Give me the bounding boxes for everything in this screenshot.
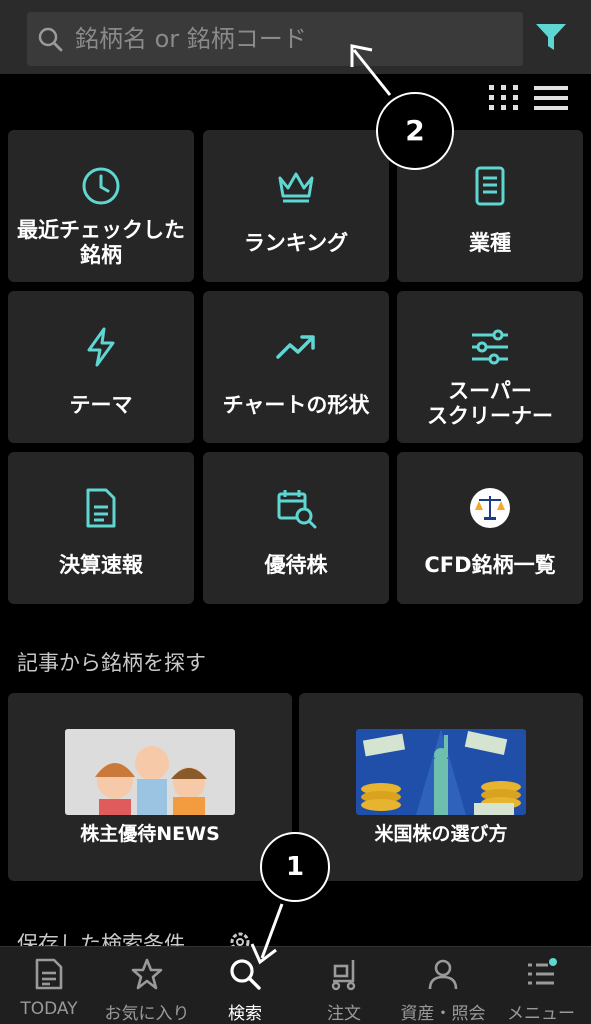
article-card-us-stocks[interactable]: 米国株の選び方 [299,693,583,881]
nav-assets[interactable]: 資産・照会 [394,947,492,1024]
tile-earnings-flash[interactable]: 決算速報 [8,452,194,604]
tile-theme[interactable]: テーマ [8,291,194,443]
tile-yutai-stocks[interactable]: 優待株 [203,452,389,604]
tile-label: ランキング [243,231,349,255]
document-icon [475,166,505,206]
crown-icon [278,172,314,203]
tile-label: テーマ [69,393,133,417]
tile-label: チャートの形状 [222,393,370,417]
nav-today[interactable]: TODAY [0,947,98,1024]
tile-label: 最近チェックした 銘柄 [17,218,185,267]
search-icon [230,959,261,990]
newspaper-icon [35,958,63,990]
report-icon [86,488,116,528]
nav-menu[interactable]: メニュー [492,947,590,1024]
statue-of-liberty-illustration [356,729,526,815]
nav-label: お気に入り [104,1004,190,1024]
view-toggle-group [488,84,572,112]
filter-icon[interactable] [534,20,568,54]
tile-label: スーパー スクリーナー [427,379,553,428]
tile-label: 業種 [469,231,511,255]
tile-label: CFD銘柄一覧 [424,553,556,577]
bottom-navigation: TODAY お気に入り 検索 注文 資産・照会 メニュー [0,946,591,1024]
scale-icon [470,488,510,528]
list-view-icon[interactable] [534,84,568,112]
callout-1: 1 [260,832,330,902]
search-box[interactable] [27,12,523,66]
nav-label: 注文 [327,1004,361,1024]
search-input[interactable] [75,25,495,53]
tile-label: 決算速報 [59,553,143,577]
tile-ranking[interactable]: ランキング [203,130,389,282]
articles-section-title: 記事から銘柄を探す [17,651,206,675]
nav-search[interactable]: 検索 [196,947,294,1024]
nav-label: TODAY [20,999,78,1019]
lightning-icon [87,327,115,367]
tile-label: 優待株 [264,553,328,577]
star-icon [131,958,163,990]
calendar-search-icon [277,490,317,529]
person-icon [428,959,458,990]
nav-order[interactable]: 注文 [295,947,393,1024]
tile-super-screener[interactable]: スーパー スクリーナー [397,291,583,443]
article-card-yutai-news[interactable]: 株主優待NEWS [8,693,292,881]
nav-favorites[interactable]: お気に入り [98,947,196,1024]
callout-2: 2 [376,92,454,170]
nav-label: 検索 [228,1004,262,1024]
sliders-icon [472,329,508,365]
clock-icon [82,167,120,205]
nav-label: 資産・照会 [400,1004,486,1024]
search-icon [38,27,63,52]
article-card-label: 株主優待NEWS [80,823,220,845]
article-card-label: 米国株の選び方 [374,823,508,845]
nav-label: メニュー [507,1004,575,1024]
menu-icon [528,958,557,985]
trend-chart-icon [276,335,315,359]
tile-cfd-list[interactable]: CFD銘柄一覧 [397,452,583,604]
yutai-news-thumbnail [65,729,235,815]
cart-icon [331,960,356,991]
header-bar [0,0,591,74]
tile-chart-shape[interactable]: チャートの形状 [203,291,389,443]
us-stocks-thumbnail [356,729,526,815]
family-illustration [65,729,235,815]
grid-view-icon[interactable] [488,84,520,112]
tile-recently-checked[interactable]: 最近チェックした 銘柄 [8,130,194,282]
